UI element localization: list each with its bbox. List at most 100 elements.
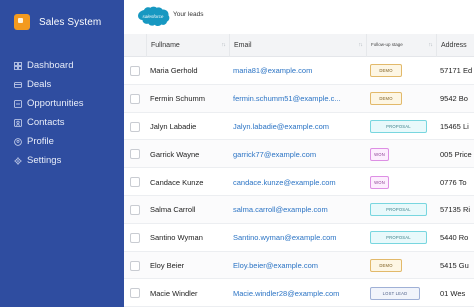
column-header-fullname[interactable]: Fullname ↑↓ (146, 34, 229, 57)
row-checkbox[interactable] (130, 232, 140, 243)
address-cell: 005 Price (440, 149, 472, 159)
table-row[interactable]: Fermin Schumm fermin.schumm51@example.c..… (124, 84, 474, 113)
fullname-cell: Salma Carroll (150, 205, 196, 215)
address-cell: 57135 Ri (440, 205, 471, 215)
sort-icon[interactable]: ↑↓ (222, 42, 226, 48)
table-header: Fullname ↑↓ Email ↑↓ Follow-up stage ↑↓ … (124, 34, 474, 57)
address-cell: 5415 Gu (440, 260, 469, 270)
table-row[interactable]: Maria Gerhold maria81@example.com DEMO 5717… (124, 57, 474, 85)
sidebar: Sales System Dashboard Deals Opportuniti… (0, 0, 124, 307)
email-link[interactable]: candace.kunze@example.com (233, 168, 355, 196)
sidebar-item-label: Deals (27, 79, 52, 90)
sidebar-item-opportunities[interactable]: Opportunities (14, 94, 84, 113)
sidebar-item-label: Contacts (27, 117, 65, 128)
sidebar-item-label: Dashboard (27, 60, 74, 71)
fullname-cell: Santino Wyman (150, 233, 203, 243)
stage-cell: WON (370, 140, 430, 168)
email-link[interactable]: Jalyn.labadie@example.com (233, 113, 355, 141)
fullname-cell: Maria Gerhold (150, 66, 198, 76)
app-title: Sales System (39, 16, 102, 28)
table-row[interactable]: Eloy Beier Eloy.beier@example.com DEMO 5415… (124, 251, 474, 280)
column-header-stage[interactable]: Follow-up stage ↑↓ (366, 34, 436, 57)
table-row[interactable]: Jalyn Labadie Jalyn.labadie@example.com PR… (124, 112, 474, 141)
leads-table: Fullname ↑↓ Email ↑↓ Follow-up stage ↑↓ … (124, 34, 474, 307)
table-row[interactable]: Garrick Wayne garrick77@example.com WON 005… (124, 140, 474, 169)
stage-badge[interactable]: PROPOSAL (370, 231, 427, 245)
fullname-cell: Garrick Wayne (150, 149, 200, 159)
table-body: Maria Gerhold maria81@example.com DEMO 5717… (124, 57, 474, 307)
sidebar-item-contacts[interactable]: Contacts (14, 113, 84, 132)
row-checkbox[interactable] (130, 149, 140, 160)
table-row[interactable]: Santino Wyman Santino.wyman@example.com PR… (124, 223, 474, 252)
salesforce-logo[interactable]: salesforce (135, 6, 171, 27)
email-link[interactable]: garrick77@example.com (233, 140, 355, 168)
column-header-label: Address (441, 42, 467, 49)
fullname-cell: Jalyn Labadie (150, 121, 197, 131)
stage-cell: PROPOSAL (370, 224, 430, 252)
email-link[interactable]: Macie.windler28@example.com (233, 279, 355, 307)
page-title: Your leads (173, 11, 204, 18)
fullname-cell: Candace Kunze (150, 177, 204, 187)
sidebar-item-profile[interactable]: Profile (14, 132, 84, 151)
email-link[interactable]: Eloy.beier@example.com (233, 252, 355, 280)
app-window: Sales System Dashboard Deals Opportuniti… (0, 0, 474, 307)
row-checkbox[interactable] (130, 288, 140, 299)
top-bar: salesforce Your leads (124, 0, 474, 34)
row-checkbox[interactable] (130, 66, 140, 76)
gear-icon (14, 156, 22, 165)
profile-icon (14, 137, 22, 146)
row-checkbox[interactable] (130, 177, 140, 188)
sidebar-item-dashboard[interactable]: Dashboard (14, 56, 84, 75)
stage-badge[interactable]: PROPOSAL (370, 203, 427, 217)
row-checkbox[interactable] (130, 204, 140, 215)
column-header-label: Follow-up stage (371, 42, 403, 47)
stage-badge[interactable]: DEMO (370, 258, 402, 272)
stage-badge[interactable]: PROPOSAL (370, 119, 427, 133)
stage-badge[interactable]: DEMO (370, 64, 402, 78)
stage-badge[interactable]: DEMO (370, 92, 402, 106)
contacts-icon (14, 118, 22, 127)
table-row[interactable]: Macie Windler Macie.windler28@example.com… (124, 279, 474, 307)
address-cell: 0776 To (440, 177, 467, 187)
row-checkbox[interactable] (130, 260, 140, 271)
sort-icon[interactable]: ↑↓ (429, 42, 433, 48)
stage-cell: DEMO (370, 57, 430, 85)
sidebar-item-settings[interactable]: Settings (14, 151, 84, 170)
column-header-label: Email (234, 42, 252, 49)
brand[interactable]: Sales System (14, 14, 101, 30)
grid-icon (14, 61, 22, 70)
fullname-cell: Macie Windler (150, 288, 198, 298)
table-row[interactable]: Candace Kunze candace.kunze@example.com WO… (124, 168, 474, 196)
address-cell: 9542 Bo (440, 94, 468, 104)
stage-cell: WON (370, 168, 430, 196)
address-cell: 57171 Ed (440, 66, 473, 76)
row-checkbox[interactable] (130, 93, 140, 104)
deal-icon (14, 81, 22, 89)
fullname-cell: Fermin Schumm (150, 94, 206, 104)
stage-badge[interactable]: LOST LEAD (370, 286, 420, 300)
column-header-email[interactable]: Email ↑↓ (229, 34, 366, 57)
stage-cell: PROPOSAL (370, 113, 430, 141)
email-link[interactable]: salma.carroll@example.com (233, 196, 355, 224)
table-row[interactable]: Salma Carroll salma.carroll@example.com PR… (124, 195, 474, 224)
sidebar-item-label: Settings (27, 155, 62, 166)
stage-badge[interactable]: WON (370, 175, 389, 189)
address-cell: 15465 Li (440, 121, 469, 131)
email-link[interactable]: fermin.schumm51@example.c... (233, 85, 355, 113)
fullname-cell: Eloy Beier (150, 260, 185, 270)
salesforce-logo-text: salesforce (143, 14, 164, 19)
stage-cell: DEMO (370, 85, 430, 113)
sidebar-nav: Dashboard Deals Opportunities Contacts P… (14, 56, 84, 170)
sidebar-item-deals[interactable]: Deals (14, 75, 84, 94)
email-link[interactable]: Santino.wyman@example.com (233, 224, 355, 252)
column-header-address[interactable]: Address (436, 34, 474, 57)
stage-cell: DEMO (370, 252, 430, 280)
select-column-header (124, 34, 146, 57)
email-link[interactable]: maria81@example.com (233, 57, 355, 85)
opportunities-icon (14, 99, 22, 108)
row-checkbox[interactable] (130, 121, 140, 132)
address-cell: 5440 Ro (440, 233, 469, 243)
sort-icon[interactable]: ↑↓ (359, 42, 363, 48)
stage-cell: PROPOSAL (370, 196, 430, 224)
stage-badge[interactable]: WON (370, 147, 389, 161)
